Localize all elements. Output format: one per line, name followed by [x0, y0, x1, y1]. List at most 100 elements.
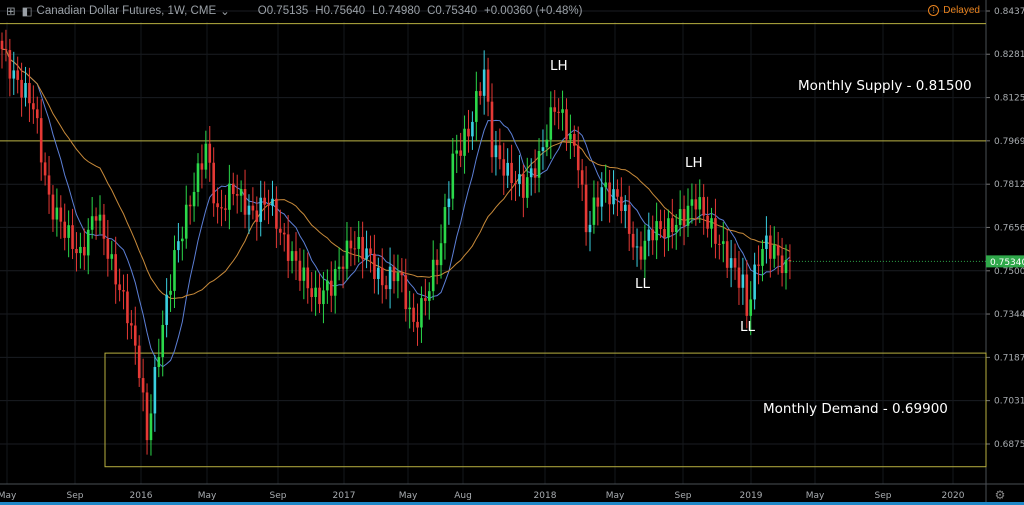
candle	[153, 355, 157, 432]
candle-body	[584, 184, 588, 233]
chevron-down-icon[interactable]: ⌄	[220, 4, 230, 18]
delayed-badge[interactable]: ! Delayed	[928, 5, 980, 16]
candle-body	[133, 325, 137, 346]
candle	[651, 215, 655, 255]
candle	[220, 189, 223, 227]
candle-body	[729, 258, 733, 268]
lower-high-label: LH	[685, 155, 703, 171]
candle-body	[322, 290, 325, 305]
x-tick-label: Sep	[875, 491, 892, 501]
candle-body	[310, 288, 313, 298]
candle-body	[122, 290, 125, 292]
candle-body	[459, 150, 462, 156]
candle	[388, 247, 392, 309]
x-tick-label: Sep	[67, 491, 84, 501]
candle	[169, 274, 172, 312]
x-tick-label: Sep	[270, 491, 287, 501]
candle	[231, 172, 235, 206]
expand-icon[interactable]: ⊞	[6, 4, 16, 18]
candle-body	[47, 175, 51, 195]
candle-body	[678, 209, 682, 225]
candle	[482, 50, 486, 115]
settings-icon[interactable]: ⚙	[995, 488, 1006, 502]
candle	[110, 240, 114, 271]
candle-body	[682, 209, 686, 226]
candle-body	[674, 224, 678, 233]
candle-body	[631, 233, 635, 248]
candle-body	[478, 91, 482, 96]
candle	[667, 209, 670, 252]
candle	[486, 57, 490, 117]
x-tick-label: 2018	[534, 491, 557, 501]
candle	[243, 169, 247, 229]
candle	[235, 174, 239, 214]
candle	[471, 111, 474, 150]
candle-body	[51, 194, 55, 220]
candle	[224, 194, 227, 222]
candle	[549, 91, 553, 159]
candle-body	[623, 204, 627, 211]
candle	[306, 252, 310, 304]
candle-body	[757, 264, 760, 266]
candle	[47, 156, 51, 214]
candle-body	[169, 290, 172, 295]
candle	[212, 147, 215, 217]
x-tick-label: May	[399, 491, 418, 501]
candle	[314, 270, 317, 316]
candle-body	[333, 269, 337, 296]
price-chart[interactable]: 0.84375 0.82815 0.81250 0.79690 0.78125 0.765…	[0, 0, 1024, 505]
candle-body	[35, 109, 39, 119]
candle-body	[71, 225, 74, 249]
candle	[580, 158, 584, 201]
symbol-selector[interactable]: ◧ Canadian Dollar Futures, 1W, CME ⌄	[22, 4, 230, 18]
candle-body	[20, 79, 23, 98]
candle	[765, 216, 768, 264]
candle	[157, 338, 161, 378]
candle-body	[216, 203, 219, 208]
candle-body	[43, 162, 47, 176]
candle-body	[435, 259, 439, 266]
candle-body	[110, 254, 114, 259]
candle	[24, 66, 27, 107]
candle-body	[220, 207, 223, 209]
candle	[718, 234, 721, 260]
candle-body	[639, 246, 643, 260]
candle-body	[424, 298, 427, 301]
candle	[510, 144, 513, 201]
candle-body	[0, 40, 4, 50]
demand-label: Monthly Demand - 0.69900	[763, 401, 948, 417]
y-tick-label: 0.70315	[994, 397, 1024, 407]
candle	[59, 195, 63, 239]
candle-body	[443, 207, 447, 244]
candle	[90, 196, 94, 239]
candle-body	[671, 218, 674, 233]
candle	[63, 203, 67, 251]
candle	[478, 82, 482, 105]
candle	[51, 185, 55, 232]
candle	[494, 130, 498, 176]
candle-body	[384, 285, 388, 290]
candle	[514, 170, 517, 202]
candle	[55, 188, 59, 237]
candle-body	[165, 294, 168, 325]
x-tick-label: May	[0, 491, 17, 501]
candle-body	[714, 218, 717, 244]
candle	[780, 237, 784, 287]
candle	[177, 222, 180, 263]
candle-body	[600, 187, 604, 207]
candle-body	[161, 324, 165, 358]
candle	[329, 261, 333, 313]
candle	[267, 189, 270, 225]
candle	[43, 152, 47, 186]
candle-body	[525, 177, 529, 198]
candle-body	[776, 245, 780, 256]
candle	[32, 85, 35, 124]
candle-body	[126, 291, 129, 324]
candle	[294, 232, 298, 281]
candle	[733, 243, 737, 280]
candle	[545, 124, 549, 157]
candle-body	[506, 162, 509, 176]
candle-body	[90, 216, 94, 230]
candle	[569, 114, 572, 159]
candle	[188, 195, 192, 225]
